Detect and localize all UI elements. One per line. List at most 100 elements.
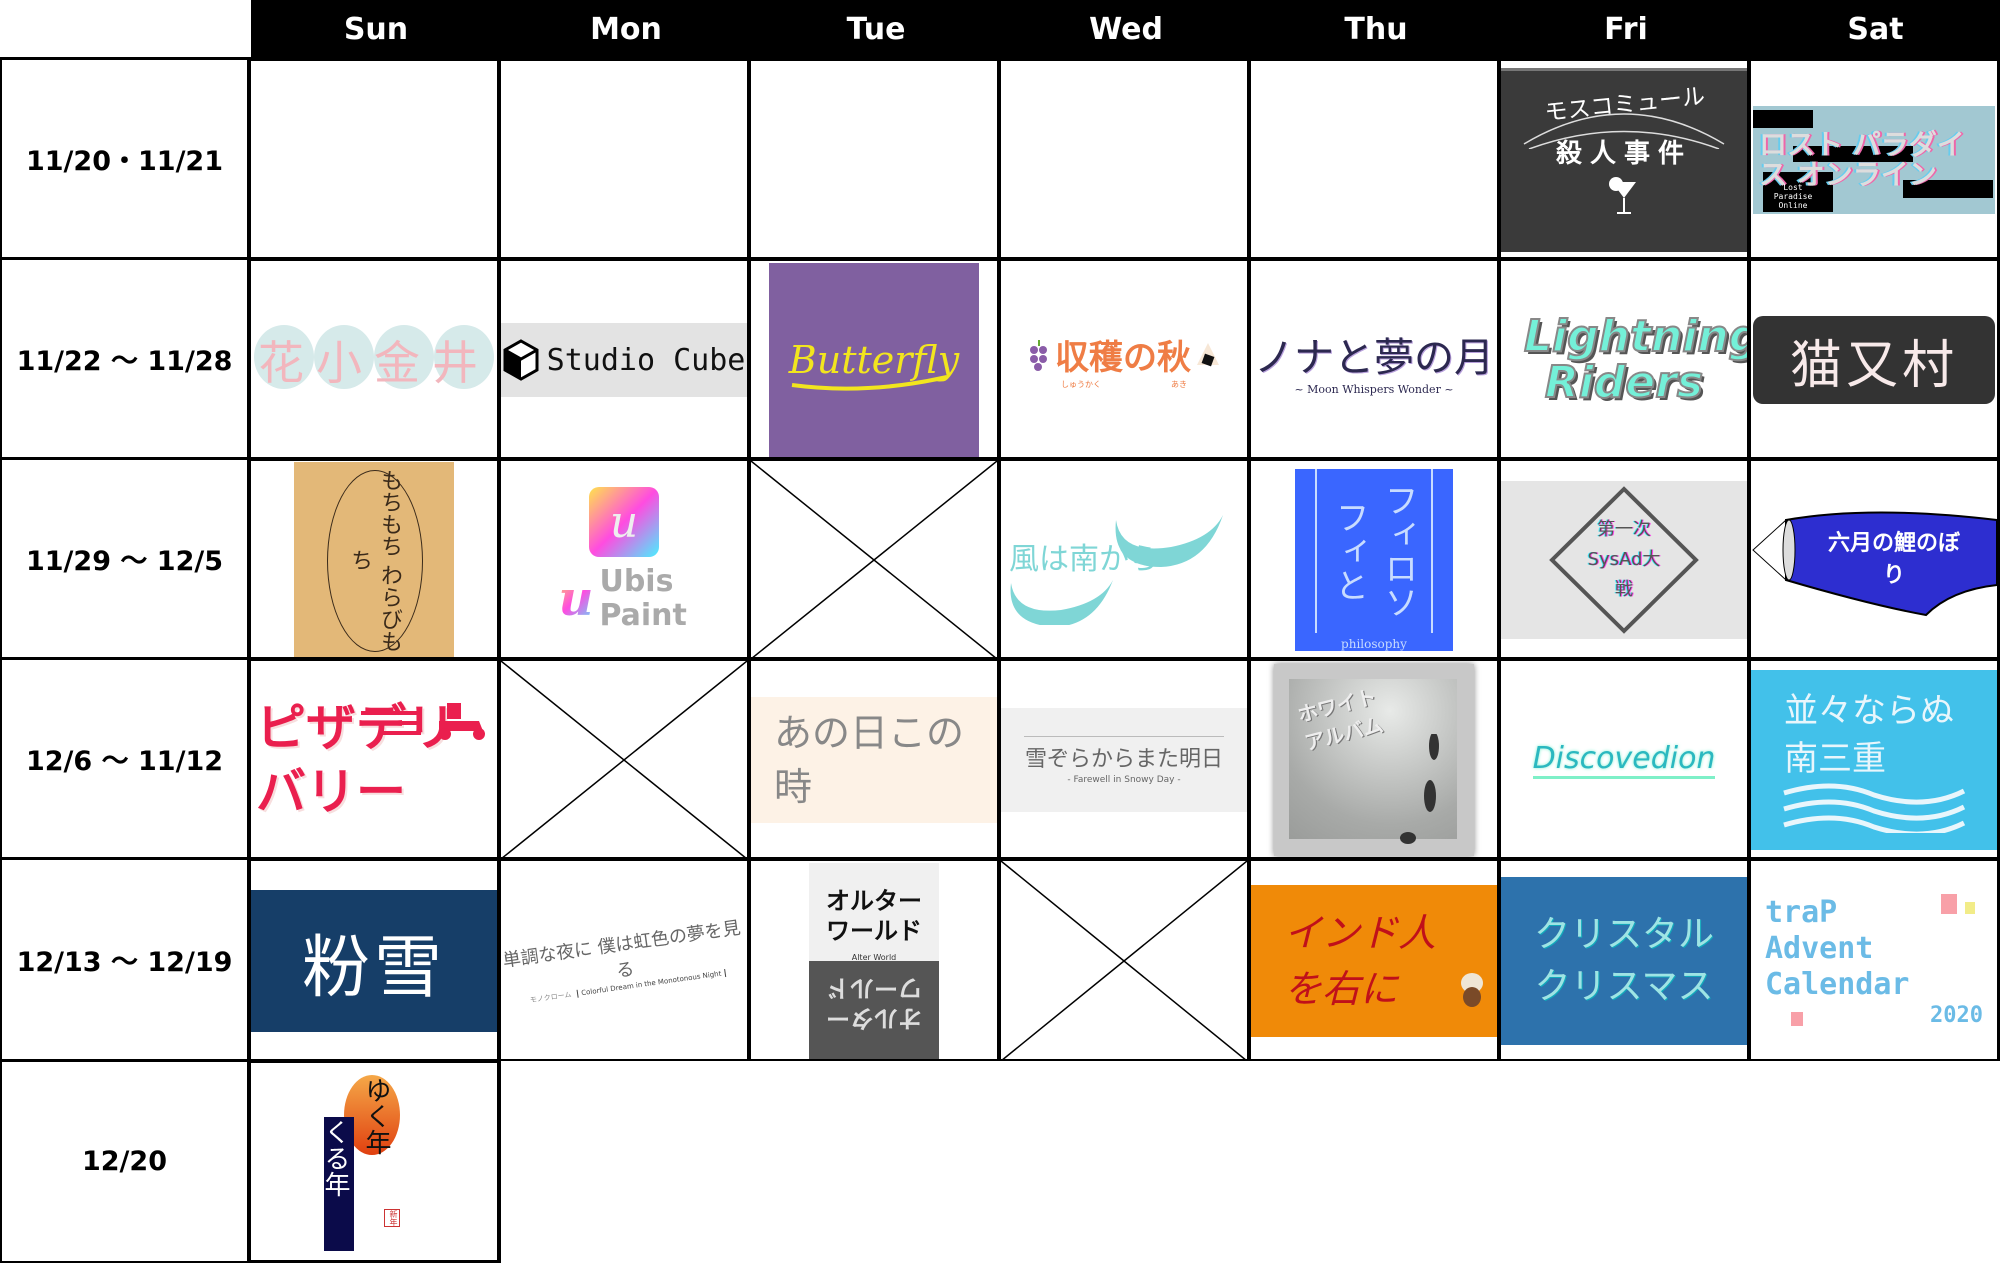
logo-title: Lightning Riders <box>1523 311 1747 408</box>
logo-subtitle: philosophy <box>1341 637 1407 651</box>
logo-pizza-delivery[interactable]: ピザデリバリー <box>251 685 497 835</box>
day-cell[interactable]: 花小金井 <box>251 257 501 459</box>
logo-title: ノナと夢の月 <box>1254 334 1494 381</box>
logo-subtitle: ~ Moon Whispers Wonder ~ <box>1294 382 1454 396</box>
logo-hanakoganei[interactable]: 花小金井 <box>254 325 494 395</box>
face-icon <box>1461 973 1483 1007</box>
logo-title: オルターワールド <box>826 887 922 945</box>
logo-yuku-toshi-kuru-toshi[interactable]: くる年 ゆく年 新年 ゆく年くる年 <box>314 1069 434 1255</box>
day-header-wed: Wed <box>1001 0 1251 58</box>
day-cell[interactable]: Butterfly <box>751 257 1001 459</box>
logo-powder-snow[interactable]: 粉雪 <box>251 890 497 1032</box>
ruby-text: しゅうかく <box>1061 380 1101 389</box>
day-cell[interactable]: ホワイトアルバム <box>1251 657 1501 859</box>
logo-title-left: くる年 <box>320 1118 350 1197</box>
week-label: 11/20・11/21 <box>0 57 251 259</box>
logo-moscow-mule[interactable]: モスコミュール 殺人事件 <box>1501 68 1747 252</box>
confetti-icon <box>1941 894 1957 914</box>
seal-stamp: 新年 <box>384 1208 400 1227</box>
day-cell[interactable]: クリスタルクリスマス <box>1501 857 1751 1061</box>
day-cell[interactable]: ピザデリバリー <box>251 657 501 859</box>
logo-title: traP Advent Calendar <box>1765 894 1910 1002</box>
day-cell[interactable]: ノナと夢の月 ~ Moon Whispers Wonder ~ <box>1251 257 1501 459</box>
day-cell[interactable]: インド人を右に <box>1251 857 1501 1061</box>
logo-butterfly[interactable]: Butterfly <box>769 263 979 457</box>
logo-title: 六月の鯉のぼり <box>1827 531 1960 588</box>
logo-ubis-paint[interactable]: u u Ubis Paint <box>501 465 747 655</box>
advent-calendar-grid: Sun Mon Tue Wed Thu Fri Sat 11/20・11/21 … <box>0 0 2000 1263</box>
day-cell[interactable]: 並々ならぬ南三重 <box>1751 657 2000 859</box>
logo-alter-world[interactable]: オルターワールド Alter World オルターワールド <box>809 863 939 1059</box>
logo-title: 第一次SysAd大戦 <box>1587 519 1661 600</box>
logo-studio-cube[interactable]: Studio Cube <box>501 323 747 397</box>
confetti-icon <box>1791 1012 1803 1026</box>
day-cell[interactable]: 第一次SysAd大戦 <box>1501 457 1751 659</box>
logo-snowy-sky-tomorrow[interactable]: 雪ぞらからまた明日 - Farewell in Snowy Day - <box>1001 708 1247 812</box>
logo-lightning-riders[interactable]: Lightning Riders <box>1501 300 1747 420</box>
logo-title: あの日この時 <box>774 711 965 809</box>
day-cell[interactable]: ロスト パラダイス オンライン Lost Paradise Online <box>1751 57 2000 259</box>
day-cell[interactable]: フィロソフィと philosophy <box>1251 457 1501 659</box>
logo-nekomata-village[interactable]: 猫又村 <box>1753 316 1995 404</box>
day-cell[interactable]: くる年 ゆく年 新年 ゆく年くる年 <box>251 1059 501 1263</box>
logo-trap-advent-calendar[interactable]: traP Advent Calendar 2020 <box>1751 886 1997 1036</box>
logo-discovedion[interactable]: Discovedion <box>1501 730 1747 790</box>
logo-nona-moon[interactable]: ノナと夢の月 ~ Moon Whispers Wonder ~ <box>1251 310 1497 410</box>
logo-title: インド人を右に <box>1284 911 1437 1011</box>
logo-turn-right[interactable]: インド人を右に <box>1251 885 1497 1037</box>
logo-title: 花小金井 <box>258 336 490 390</box>
day-cell-unassigned <box>1001 857 1251 1061</box>
logo-subtitle: Lost Paradise Online <box>1773 183 1813 210</box>
day-cell[interactable]: 六月の鯉のぼり <box>1751 457 2000 659</box>
day-cell[interactable]: モスコミュール 殺人事件 <box>1501 57 1751 259</box>
swash-decoration-icon <box>791 375 948 391</box>
day-cell[interactable]: オルターワールド Alter World オルターワールド <box>751 857 1001 1061</box>
row-divider <box>501 1059 2000 1061</box>
logo-warabi-mochi[interactable]: もちもち わらびもち <box>294 462 454 658</box>
week-label: 11/29 〜 12/5 <box>0 457 251 659</box>
logo-title: クリスタルクリスマス <box>1533 914 1714 1007</box>
day-cell[interactable]: traP Advent Calendar 2020 <box>1751 857 2000 1061</box>
day-cell[interactable]: 粉雪 <box>251 857 501 1061</box>
day-cell[interactable]: Lightning Riders <box>1501 257 1751 459</box>
cube-icon <box>503 339 539 381</box>
ruby-text: あき <box>1171 380 1187 389</box>
week-label: 12/13 〜 12/19 <box>0 857 251 1061</box>
day-cell[interactable]: Studio Cube <box>501 257 751 459</box>
logo-crystal-christmas[interactable]: クリスタルクリスマス <box>1501 877 1747 1045</box>
logo-subtitle: Alter World <box>851 953 897 962</box>
day-cell[interactable]: 風は南から <box>1001 457 1251 659</box>
day-cell[interactable]: あの日この時 <box>751 657 1001 859</box>
day-cell[interactable]: もちもち わらびもち <box>251 457 501 659</box>
logo-sysad-war[interactable]: 第一次SysAd大戦 <box>1501 481 1747 639</box>
logo-subtitle: - Farewell in Snowy Day - <box>1067 774 1181 785</box>
logo-harvest-autumn[interactable]: 収穫の秋 しゅうかく あき <box>1001 315 1247 405</box>
rice-ball-icon <box>1197 342 1219 366</box>
cross-mark-icon <box>501 661 747 859</box>
logo-colorful-dream[interactable]: 単調な夜に 僕は虹色の夢を見る モノクローム Colorful Dream in… <box>501 894 747 1027</box>
week-label: 12/6 〜 11/12 <box>0 657 251 859</box>
day-header-mon: Mon <box>501 0 751 58</box>
cross-mark-icon <box>751 461 997 659</box>
ubis-paint-app-icon: u <box>589 487 659 557</box>
logo-wind-from-south[interactable]: 風は南から <box>1001 495 1247 625</box>
speed-lines-icon <box>361 711 421 735</box>
day-header-sun: Sun <box>251 0 501 58</box>
logo-lost-paradise-online[interactable]: ロスト パラダイス オンライン Lost Paradise Online <box>1753 106 1995 214</box>
logo-that-day-that-time[interactable]: あの日この時 <box>751 697 997 823</box>
logo-june-carp-streamer[interactable]: 六月の鯉のぼり <box>1751 495 1997 625</box>
day-cell-empty <box>251 57 501 259</box>
day-cell[interactable]: 収穫の秋 しゅうかく あき <box>1001 257 1251 459</box>
wave-lines-icon <box>1783 783 1966 833</box>
day-cell[interactable]: Discovedion <box>1501 657 1751 859</box>
logo-title: 猫又村 <box>1789 335 1958 396</box>
day-cell[interactable]: u u Ubis Paint <box>501 457 751 659</box>
grapes-icon <box>1030 339 1047 371</box>
logo-extraordinary-minami-mie[interactable]: 並々ならぬ南三重 <box>1751 670 1997 850</box>
day-cell[interactable]: 単調な夜に 僕は虹色の夢を見る モノクローム Colorful Dream in… <box>501 857 751 1061</box>
logo-philosophy[interactable]: フィロソフィと philosophy <box>1295 469 1453 651</box>
logo-title: 風は南から <box>1009 542 1159 577</box>
day-cell[interactable]: 猫又村 <box>1751 257 2000 459</box>
logo-white-album[interactable]: ホワイトアルバム <box>1274 664 1474 856</box>
day-cell[interactable]: 雪ぞらからまた明日 - Farewell in Snowy Day - <box>1001 657 1251 859</box>
